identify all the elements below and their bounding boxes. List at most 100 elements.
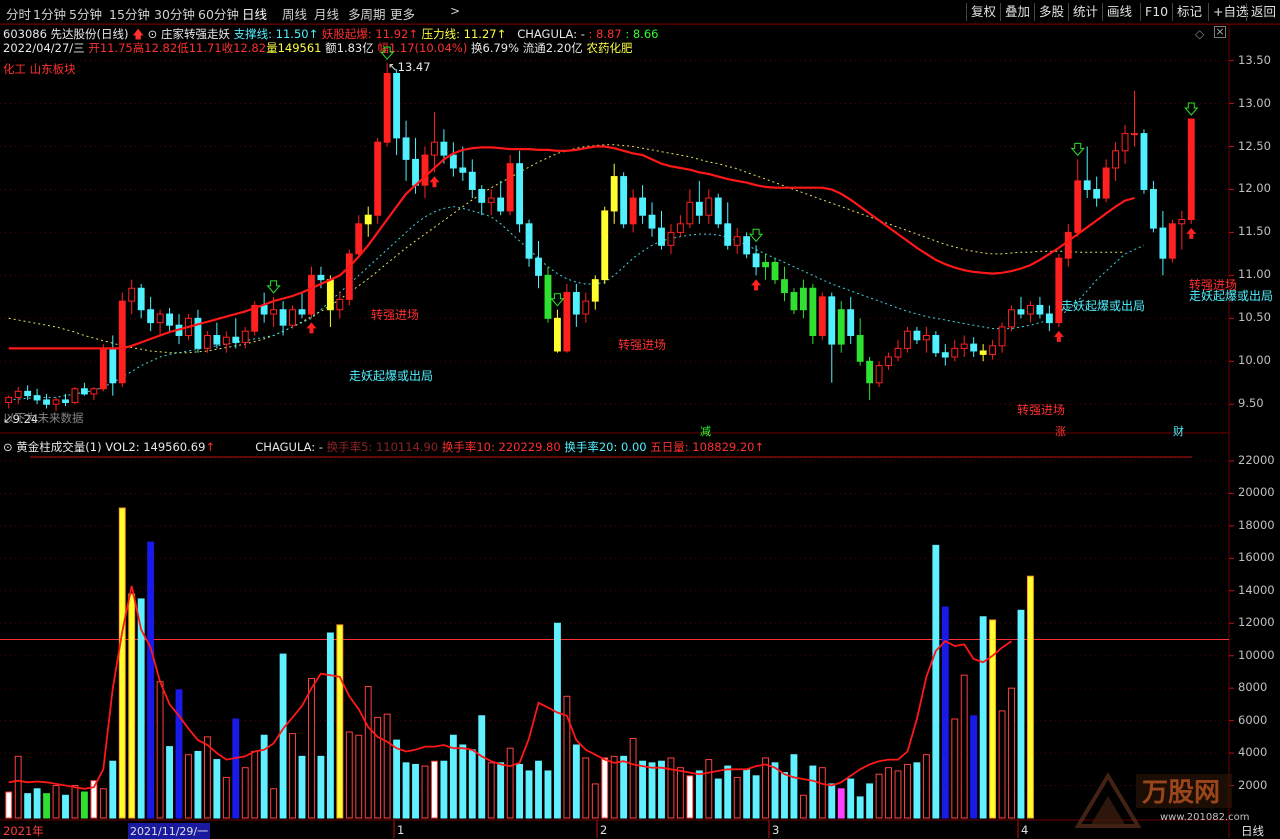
volume-bar xyxy=(80,791,88,819)
candle-body xyxy=(572,292,580,315)
candle-body xyxy=(440,141,448,156)
candle-body xyxy=(733,236,741,246)
period-mode-label[interactable]: 日线 xyxy=(1241,823,1264,839)
volume-bar xyxy=(402,762,410,819)
candle-body xyxy=(393,72,401,139)
candle-body xyxy=(847,309,855,336)
volume-bar xyxy=(336,624,344,819)
future-data-label: 以下为未来数据 xyxy=(3,411,84,425)
candle-body xyxy=(610,176,618,212)
volume-bar xyxy=(355,734,363,819)
volume-tick-8: 6000 xyxy=(1238,712,1268,727)
candle-body xyxy=(771,261,779,281)
candle-body xyxy=(1083,180,1091,190)
volume-bar xyxy=(440,760,448,819)
volume-bar xyxy=(109,760,117,819)
candle-body xyxy=(1112,150,1120,169)
candle-body xyxy=(1149,188,1157,229)
candle-body xyxy=(1017,309,1025,315)
volume-bar xyxy=(383,713,391,819)
candle-body xyxy=(431,141,438,156)
volume-bar xyxy=(904,763,911,819)
candle-body xyxy=(478,188,486,203)
volume-bar xyxy=(194,750,202,819)
volume-tick-7: 8000 xyxy=(1238,680,1268,695)
volume-bar xyxy=(431,760,438,819)
price-tick-8: 9.50 xyxy=(1238,396,1264,411)
volume-bar xyxy=(941,606,949,819)
volume-tick-4: 14000 xyxy=(1238,582,1275,597)
candle-body xyxy=(80,388,88,395)
price-tick-1: 13.00 xyxy=(1238,95,1271,110)
candle-body xyxy=(33,395,41,401)
sell-arrow-icon xyxy=(1184,102,1199,116)
candle-body xyxy=(752,253,760,268)
candle-body xyxy=(1008,309,1015,328)
volume-bar xyxy=(166,746,173,819)
volume-bar xyxy=(705,759,713,819)
volume-bar xyxy=(393,739,401,819)
mark-reduce: 减 xyxy=(700,425,711,438)
volume-bar xyxy=(52,785,60,819)
volume-bar xyxy=(667,757,675,819)
volume-bar xyxy=(203,736,211,819)
month-label-0: 1 xyxy=(397,823,405,837)
candle-body xyxy=(260,304,268,315)
volume-bar xyxy=(960,674,968,819)
mark-fin: 财 xyxy=(1173,425,1184,438)
volume-bar xyxy=(412,763,419,819)
volume-bar xyxy=(724,765,732,819)
volume-bar xyxy=(326,632,334,819)
candle-body xyxy=(279,309,287,326)
candle-body xyxy=(412,158,419,186)
volume-bar xyxy=(714,778,722,819)
volume-bar xyxy=(885,767,892,819)
volume-bar xyxy=(308,677,315,819)
candle-body xyxy=(856,335,864,362)
candle-body xyxy=(951,347,959,358)
candle-body xyxy=(970,343,978,352)
volume-bar xyxy=(99,788,107,819)
volume-tick-1: 20000 xyxy=(1238,485,1275,500)
price-tick-5: 11.00 xyxy=(1238,267,1271,282)
volume-bar xyxy=(279,653,287,819)
volume-settings-icon[interactable]: ⊙ xyxy=(3,440,13,454)
candle-body xyxy=(506,163,514,212)
volume-bar xyxy=(553,622,561,819)
volume-bar xyxy=(922,754,930,819)
volume-bar xyxy=(828,783,836,819)
turn-strong-label-2: 转强进场 xyxy=(618,338,667,352)
candle-body xyxy=(14,390,22,398)
price-tick-2: 12.50 xyxy=(1238,138,1271,153)
demon-label-1: 走妖起爆或出局 xyxy=(349,369,434,383)
demon-label-3: 走妖起爆或出局 xyxy=(1189,289,1274,303)
watermark-url: www.201082.com xyxy=(1160,812,1250,823)
volume-bar xyxy=(582,757,590,819)
volume-bar xyxy=(232,718,240,819)
candle-body xyxy=(421,154,429,186)
volume-bar xyxy=(639,760,647,819)
volume-bar xyxy=(5,791,13,819)
volume-bar xyxy=(790,754,798,819)
volume-bar xyxy=(951,718,959,819)
month-label-3: 4 xyxy=(1021,823,1029,837)
candle-body xyxy=(1159,227,1167,259)
volume-bar xyxy=(506,747,514,819)
price-tick-6: 10.50 xyxy=(1238,310,1271,325)
candle-body xyxy=(449,154,457,169)
sell-arrow-icon xyxy=(1070,142,1085,157)
volume-bar xyxy=(809,765,817,819)
volume-bar xyxy=(147,541,155,819)
candle-body xyxy=(1074,180,1082,233)
volume-title[interactable]: 黄金柱成交量(1) xyxy=(16,440,101,454)
candle-body xyxy=(620,176,628,225)
sell-arrow-icon xyxy=(380,46,395,60)
candle-body xyxy=(591,279,599,302)
volume-bar xyxy=(497,762,505,819)
turn10-label: 换手率10: 220229.80 xyxy=(441,440,561,454)
candle-body xyxy=(1045,313,1053,324)
volume-bar xyxy=(686,775,694,819)
date-axis-start: 2021年 xyxy=(3,824,44,838)
candle-body xyxy=(781,279,788,294)
volume-bar xyxy=(733,776,741,819)
